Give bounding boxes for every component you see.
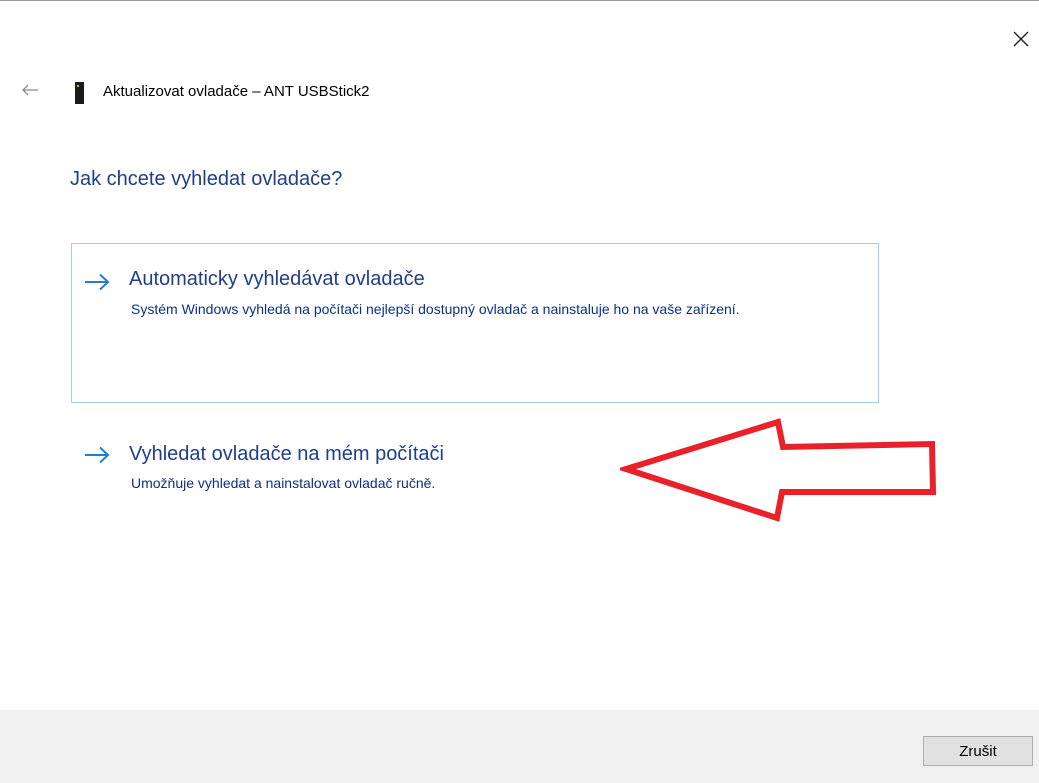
- option-title: Automaticky vyhledávat ovladače: [129, 268, 425, 290]
- page-heading: Jak chcete vyhledat ovladače?: [70, 168, 343, 190]
- dialog-footer: Zrušit: [0, 710, 1039, 783]
- usb-device-icon: [75, 82, 84, 104]
- option-description: Umožňuje vyhledat a nainstalovat ovladač…: [131, 475, 436, 491]
- arrow-right-icon: [85, 446, 110, 464]
- back-button[interactable]: [20, 80, 40, 100]
- option-title: Vyhledat ovladače na mém počítači: [129, 443, 444, 465]
- option-search-automatically[interactable]: Automaticky vyhledávat ovladače Systém W…: [71, 243, 879, 403]
- back-arrow-icon: [22, 84, 38, 96]
- window-top-border: [0, 0, 1039, 1]
- red-arrow-annotation: [620, 418, 937, 522]
- close-button[interactable]: [1008, 26, 1034, 52]
- option-description: Systém Windows vyhledá na počítači nejle…: [131, 301, 740, 317]
- close-icon: [1013, 31, 1029, 47]
- cancel-button[interactable]: Zrušit: [923, 736, 1033, 766]
- arrow-right-icon: [85, 273, 110, 291]
- window-title: Aktualizovat ovladače – ANT USBStick2: [103, 83, 370, 100]
